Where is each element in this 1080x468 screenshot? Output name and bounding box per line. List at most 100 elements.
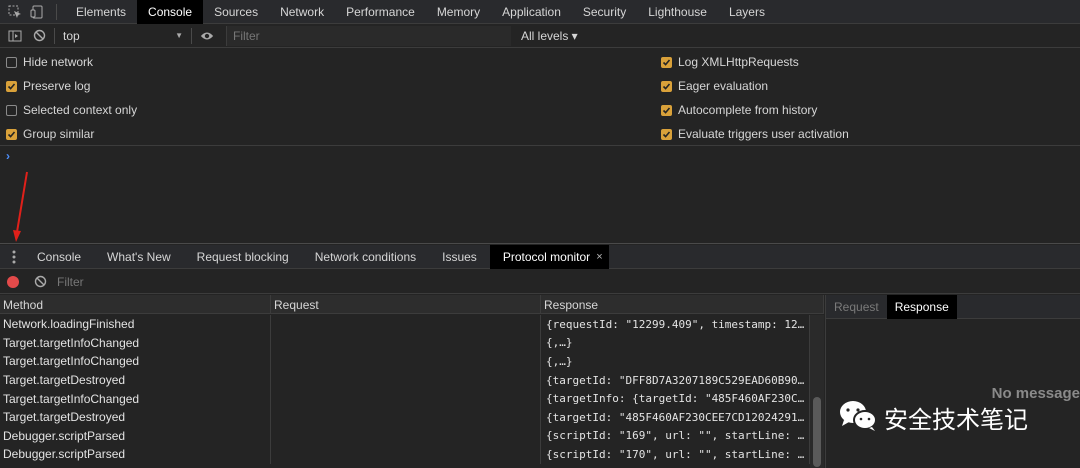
tab-security[interactable]: Security [572,0,637,24]
drawer-tab-network-conditions[interactable]: Network conditions [302,245,429,269]
toolbar-divider [54,27,55,44]
checkbox[interactable] [661,128,672,140]
drawer-tab-label: Network conditions [314,249,417,264]
cell-request [271,333,541,353]
tab-application[interactable]: Application [491,0,572,24]
drawer-tab-label: Request blocking [196,249,289,264]
context-selector[interactable]: top ▼ [63,26,189,46]
cell-request [271,352,541,371]
cell-method: Target.targetInfoChanged [0,352,271,371]
cell-request [271,426,541,446]
cell-request [271,370,541,390]
detail-tab-request[interactable]: Request [826,295,887,319]
tab-layers[interactable]: Layers [718,0,776,24]
table-header: Method Request Response [0,295,824,314]
cell-response: {targetId: "485F460AF230CEE7CD12024291… [541,407,810,427]
record-icon[interactable] [7,275,19,288]
setting-log-xmlhttprequests[interactable]: Log XMLHttpRequests [661,53,799,71]
cell-request [271,389,541,408]
checkbox[interactable] [661,104,672,116]
tab-memory[interactable]: Memory [426,0,491,24]
drawer-tab-label: What's New [107,249,171,264]
table-scrollbar[interactable] [810,315,824,468]
console-filter-input[interactable]: Filter [226,25,511,46]
column-header-response[interactable]: Response [541,295,824,314]
cell-method: Target.targetDestroyed [0,407,271,427]
cell-response: {,…} [541,333,810,353]
annotation-arrow [13,171,28,242]
toolbar-divider [56,3,57,20]
table-row[interactable]: Target.targetInfoChanged {targetInfo: {ta… [0,389,824,408]
console-output[interactable]: › [0,147,1080,244]
table-row[interactable]: Debugger.scriptParsed {scriptId: "169", u… [0,426,824,446]
console-toolbar: top ▼ Filter All levels ▾ [0,24,1080,48]
drawer-tab-console[interactable]: Console [24,245,94,269]
tab-sources[interactable]: Sources [203,0,269,24]
table-row[interactable]: Target.targetInfoChanged {,…} [0,352,824,371]
table-row[interactable]: Debugger.scriptParsed {scriptId: "170", u… [0,445,824,464]
tab-elements[interactable]: Elements [65,0,137,24]
protocol-messages-table: Method Request Response Network.loadingF… [0,295,824,468]
watermark: 安全技术笔记 [838,399,1028,436]
setting-evaluate-triggers-user-activation[interactable]: Evaluate triggers user activation [661,125,849,143]
column-header-request[interactable]: Request [271,295,541,314]
wechat-icon [838,399,878,436]
setting-autocomplete-from-history[interactable]: Autocomplete from history [661,101,817,119]
cell-response: {requestId: "12299.409", timestamp: 12… [541,315,810,334]
setting-label: Selected context only [23,103,138,117]
cell-method: Debugger.scriptParsed [0,445,271,464]
setting-eager-evaluation[interactable]: Eager evaluation [661,77,768,95]
protocol-filter-input[interactable]: Filter [57,275,357,289]
scrollbar-thumb[interactable] [813,397,821,467]
setting-label: Eager evaluation [678,79,769,93]
protocol-monitor-toolbar: Filter [0,270,1080,294]
tab-lighthouse[interactable]: Lighthouse [637,0,718,24]
filter-placeholder: Filter [233,28,260,43]
table-row[interactable]: Network.loadingFinished {requestId: "1229… [0,315,824,334]
cell-response: {scriptId: "170", url: "", startLine: … [541,445,810,464]
close-tab-icon[interactable]: × [596,251,602,263]
message-detail-panel: Request Response No message 安全技术笔记 [825,295,1080,468]
table-row[interactable]: Target.targetDestroyed {targetId: "485F46… [0,407,824,427]
setting-label: Log XMLHttpRequests [678,55,799,69]
setting-label: Evaluate triggers user activation [678,127,849,141]
cell-response: {targetId: "DFF8D7A3207189C529EAD60B90… [541,370,810,390]
tab-performance[interactable]: Performance [335,0,426,24]
clear-icon[interactable] [33,275,47,289]
table-row[interactable]: Target.targetInfoChanged {,…} [0,333,824,353]
setting-label: Autocomplete from history [678,103,818,117]
detail-tab-response[interactable]: Response [886,295,957,319]
cell-request [271,445,541,464]
log-levels-label: All levels ▾ [521,28,578,43]
drawer-tab-label: Issues [442,249,477,264]
drawer-tab-issues[interactable]: Issues [429,245,490,269]
table-body: Network.loadingFinished {requestId: "1229… [0,315,824,464]
drawer-tab-what-s-new[interactable]: What's New [94,245,184,269]
cell-request [271,315,541,334]
table-row[interactable]: Target.targetDestroyed {targetId: "DFF8D7… [0,370,824,390]
drawer-tab-label: Console [37,249,82,264]
cell-response: {,…} [541,352,810,371]
devtools-tab-bar: Elements Console Sources Network Performance… [0,0,1080,24]
cell-response: {targetInfo: {targetId: "485F460AF230C… [541,389,810,408]
drawer-tab-bar: Console What's New Request blocking Network… [0,244,1080,269]
detail-tabs: Request Response [826,295,1080,319]
triangle-down-icon: ▼ [175,31,183,40]
cell-request [271,407,541,427]
cell-method: Network.loadingFinished [0,315,271,334]
console-settings: Hide network Preserve log Selected context… [0,48,1080,146]
column-header-method[interactable]: Method [0,295,271,314]
eye-icon[interactable] [200,29,214,43]
checkbox[interactable] [661,56,672,68]
log-levels-dropdown[interactable]: All levels ▾ [521,29,578,43]
cell-method: Target.targetDestroyed [0,370,271,390]
more-tools-icon[interactable] [4,250,24,264]
context-selector-value: top [63,28,80,43]
tab-console[interactable]: Console [137,0,204,24]
drawer-tab-request-blocking[interactable]: Request blocking [184,245,302,269]
drawer-tab-protocol-monitor[interactable]: Protocol monitor × [489,244,609,269]
checkbox[interactable] [661,80,672,92]
cell-method: Target.targetInfoChanged [0,389,271,408]
tab-network[interactable]: Network [269,0,335,24]
cell-response: {scriptId: "169", url: "", startLine: … [541,426,810,446]
